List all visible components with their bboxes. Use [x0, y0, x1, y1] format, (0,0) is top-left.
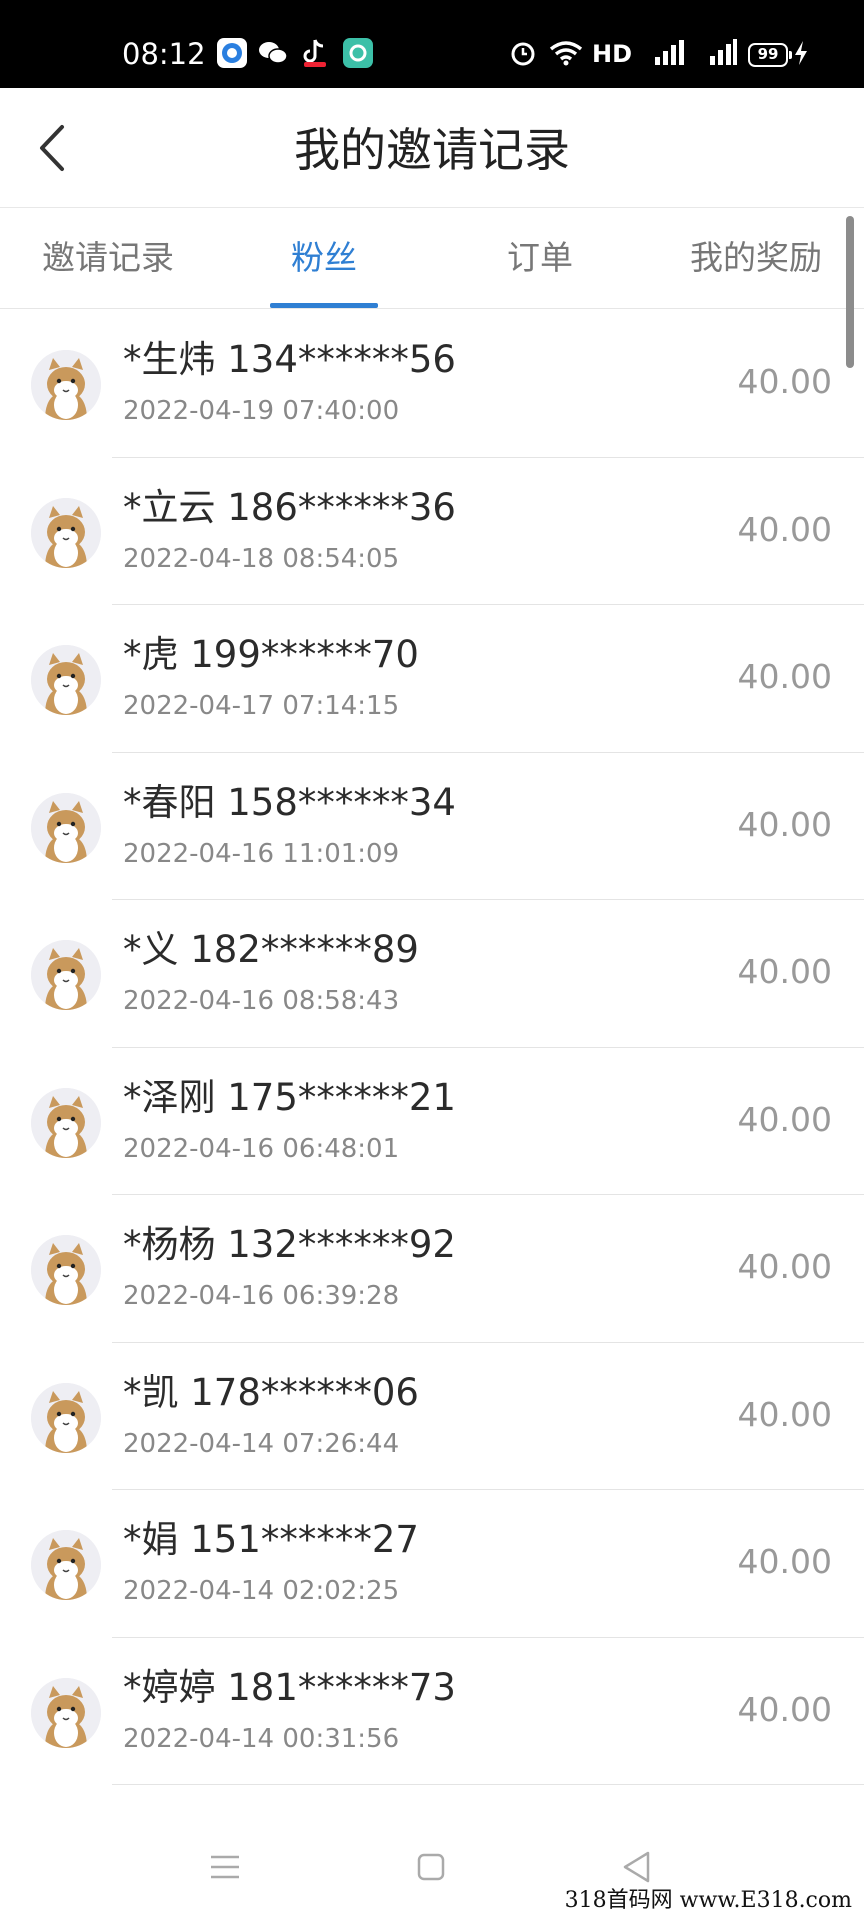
list-item[interactable]: *杨杨 132******92 2022-04-16 06:39:28 40.00: [0, 1195, 864, 1343]
fan-name-phone: *春阳 158******34: [123, 780, 456, 824]
reward-amount: 40.00: [737, 657, 832, 696]
fan-name-phone: *杨杨 132******92: [123, 1223, 456, 1266]
charging-icon: [790, 38, 812, 68]
signal-icon: [646, 38, 686, 68]
list-item[interactable]: *生炜 134******56 2022-04-19 07:40:00 40.00: [0, 310, 864, 458]
avatar: [31, 1235, 101, 1305]
fan-name-phone: *虎 199******70: [123, 633, 419, 676]
tab-my-rewards[interactable]: 我的奖励: [648, 208, 864, 309]
reward-amount: 40.00: [737, 509, 832, 549]
title-bar: 我的邀请记录: [0, 88, 864, 208]
reward-amount: 40.00: [737, 1394, 832, 1434]
avatar: [31, 792, 101, 863]
reward-amount: 40.00: [737, 804, 832, 844]
reward-amount: 40.00: [737, 1542, 832, 1581]
avatar: [31, 940, 101, 1010]
app-blue-icon: [217, 38, 247, 68]
tab-bar: 邀请记录 粉丝 订单 我的奖励: [0, 208, 864, 309]
reward-amount: 40.00: [737, 362, 832, 401]
home-icon: [417, 1853, 445, 1881]
battery-icon: 99: [748, 43, 792, 67]
fan-name-phone: *娟 151******27: [123, 1518, 419, 1561]
avatar: [31, 1087, 101, 1158]
watermark-text: 318首码网 www.E318.com: [564, 1888, 852, 1913]
menu-icon: [211, 1855, 239, 1879]
list-item[interactable]: *义 182******89 2022-04-16 08:58:43 40.00: [0, 900, 864, 1048]
tab-fans[interactable]: 粉丝: [216, 208, 432, 309]
list-item[interactable]: *婷婷 181******73 2022-04-14 00:31:56 40.00: [0, 1638, 864, 1785]
fan-join-time: 2022-04-16 11:01:09: [123, 838, 400, 869]
reward-amount: 40.00: [737, 1689, 832, 1729]
avatar: [31, 1677, 101, 1748]
avatar: [31, 1530, 101, 1600]
fan-join-time: 2022-04-16 08:58:43: [123, 986, 400, 1016]
row-divider: [112, 1784, 864, 1785]
wifi-icon: [548, 38, 584, 68]
tab-orders[interactable]: 订单: [432, 208, 648, 309]
fan-join-time: 2022-04-18 08:54:05: [123, 543, 400, 574]
home-button[interactable]: [406, 1842, 456, 1892]
signal-5g-icon: [696, 38, 738, 68]
list-item[interactable]: *立云 186******36 2022-04-18 08:54:05 40.00: [0, 458, 864, 605]
status-time: 08:12: [122, 37, 206, 71]
tab-invite-records[interactable]: 邀请记录: [0, 208, 216, 309]
status-bar: 08:12 HD 99: [0, 0, 864, 88]
avatar: [31, 645, 101, 715]
app-teal-icon: [343, 38, 373, 68]
wechat-icon: [258, 38, 288, 68]
triangle-back-icon: [623, 1851, 650, 1883]
list-item[interactable]: *娟 151******27 2022-04-14 02:02:25 40.00: [0, 1490, 864, 1638]
fan-name-phone: *义 182******89: [123, 928, 419, 971]
avatar: [31, 1382, 101, 1453]
network-type-label: HD: [592, 40, 633, 68]
fan-join-time: 2022-04-16 06:48:01: [123, 1133, 400, 1164]
menu-button[interactable]: [200, 1842, 250, 1892]
avatar: [31, 497, 101, 568]
reward-amount: 40.00: [737, 1099, 832, 1139]
tiktok-icon: [300, 38, 330, 68]
alarm-icon: [508, 38, 538, 68]
fan-join-time: 2022-04-14 07:26:44: [123, 1428, 400, 1459]
reward-amount: 40.00: [737, 1247, 832, 1286]
fan-name-phone: *婷婷 181******73: [123, 1665, 456, 1709]
avatar: [31, 350, 101, 420]
list-item[interactable]: *春阳 158******34 2022-04-16 11:01:09 40.00: [0, 753, 864, 900]
fan-join-time: 2022-04-14 02:02:25: [123, 1576, 400, 1606]
fan-name-phone: *生炜 134******56: [123, 338, 456, 381]
fan-name-phone: *泽刚 175******21: [123, 1075, 456, 1119]
list-item[interactable]: *泽刚 175******21 2022-04-16 06:48:01 40.00: [0, 1048, 864, 1195]
system-nav-bar: 318首码网 www.E318.com: [0, 1820, 864, 1920]
page-title: 我的邀请记录: [294, 123, 570, 177]
fan-name-phone: *凯 178******06: [123, 1370, 419, 1414]
list-item[interactable]: *凯 178******06 2022-04-14 07:26:44 40.00: [0, 1343, 864, 1490]
reward-amount: 40.00: [737, 952, 832, 991]
fan-join-time: 2022-04-19 07:40:00: [123, 396, 400, 426]
fan-join-time: 2022-04-16 06:39:28: [123, 1281, 400, 1311]
fan-name-phone: *立云 186******36: [123, 485, 456, 529]
fan-join-time: 2022-04-17 07:14:15: [123, 691, 400, 721]
fans-list: *生炜 134******56 2022-04-19 07:40:00 40.00 *…: [0, 310, 864, 1785]
active-tab-indicator: [270, 303, 378, 308]
fan-join-time: 2022-04-14 00:31:56: [123, 1723, 400, 1754]
list-item[interactable]: *虎 199******70 2022-04-17 07:14:15 40.00: [0, 605, 864, 753]
